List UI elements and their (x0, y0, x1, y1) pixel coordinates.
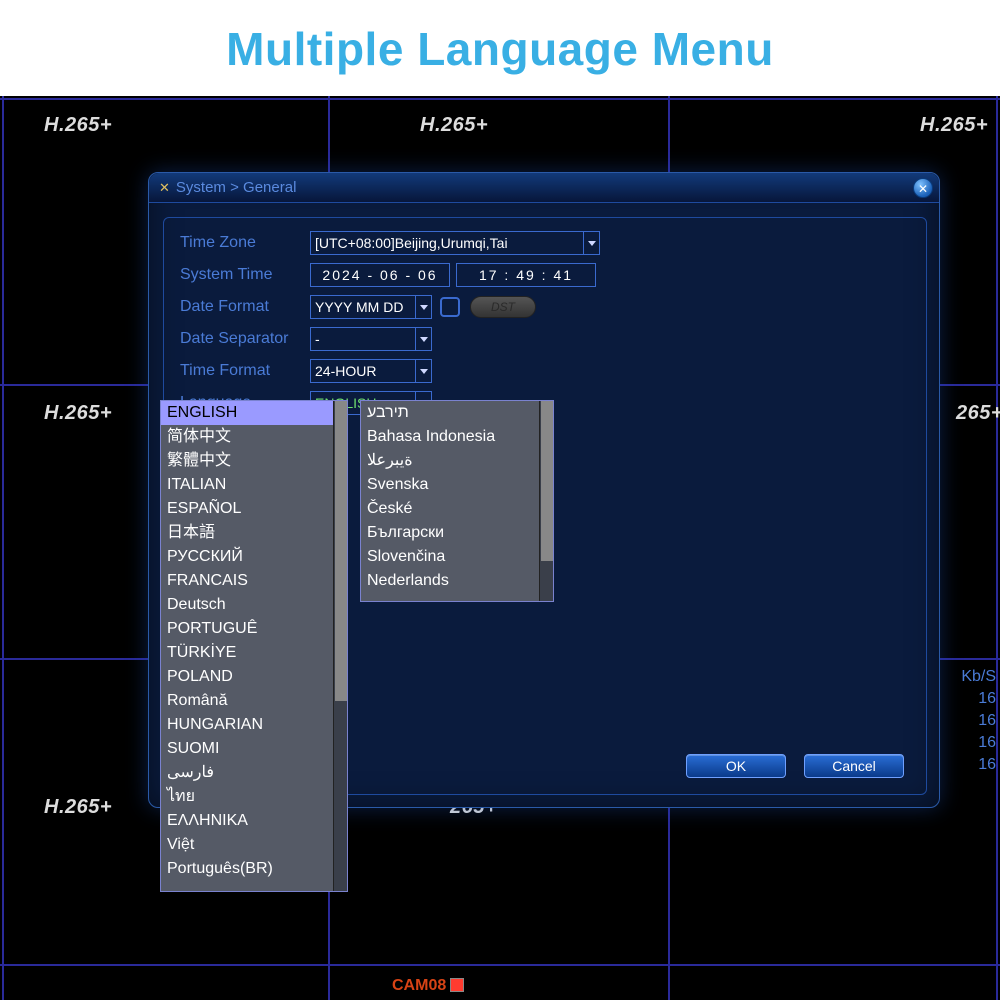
language-option[interactable]: Việt (161, 833, 347, 857)
language-option[interactable]: תירבע (361, 401, 553, 425)
systemtime-label: System Time (180, 266, 310, 284)
language-option[interactable]: ESPAÑOL (161, 497, 347, 521)
codec-badge: H.265+ (420, 114, 488, 137)
timeformat-label: Time Format (180, 362, 310, 380)
language-option[interactable]: ไทย (161, 785, 347, 809)
dvr-background: H.265+ H.265+ H.265+ H.265+ 265+ H.265+ … (0, 96, 1000, 1000)
timeformat-select[interactable]: 24-HOUR (310, 359, 432, 383)
language-option[interactable]: TÜRKİYE (161, 641, 347, 665)
language-option[interactable]: 繁體中文 (161, 449, 347, 473)
language-option[interactable]: Română (161, 689, 347, 713)
language-option[interactable]: Svenska (361, 473, 553, 497)
time-input[interactable]: 17 : 49 : 41 (456, 263, 596, 287)
language-dropdown-list-overflow[interactable]: תירבעBahasa IndonesiaةيبرعلاSvenskaČeské… (360, 400, 554, 602)
codec-badge: H.265+ (920, 114, 988, 137)
camera-label: CAM08 (392, 976, 464, 995)
chevron-down-icon (583, 232, 599, 254)
scrollbar-thumb[interactable] (541, 401, 553, 561)
language-option[interactable]: 简体中文 (161, 425, 347, 449)
language-dropdown-list[interactable]: ENGLISH简体中文繁體中文ITALIANESPAÑOL日本語РУССКИЙF… (160, 400, 348, 892)
language-option[interactable]: ةيبرعلا (361, 449, 553, 473)
wrench-icon: ✕ (159, 180, 170, 196)
language-option[interactable]: SUOMI (161, 737, 347, 761)
language-option[interactable]: České (361, 497, 553, 521)
language-option[interactable]: ENGLISH (161, 401, 347, 425)
language-option[interactable]: POLAND (161, 665, 347, 689)
language-option[interactable]: РУССКИЙ (161, 545, 347, 569)
language-option[interactable]: فارسی (161, 761, 347, 785)
record-icon (450, 978, 464, 992)
chevron-down-icon (415, 360, 431, 382)
breadcrumb: System > General (176, 179, 297, 196)
codec-badge: H.265+ (44, 402, 112, 425)
scrollbar-thumb[interactable] (335, 401, 347, 701)
codec-badge: H.265+ (44, 796, 112, 819)
language-option[interactable]: Bahasa Indonesia (361, 425, 553, 449)
language-option[interactable]: ITALIAN (161, 473, 347, 497)
dateseparator-label: Date Separator (180, 330, 310, 348)
dateformat-label: Date Format (180, 298, 310, 316)
codec-badge: H.265+ (44, 114, 112, 137)
language-option[interactable]: ΕΛΛΗΝΙΚΑ (161, 809, 347, 833)
chevron-down-icon (415, 296, 431, 318)
dialog-titlebar[interactable]: ✕ System > General ✕ (149, 173, 939, 203)
language-option[interactable]: Deutsch (161, 593, 347, 617)
cancel-button[interactable]: Cancel (804, 754, 904, 778)
dateseparator-select[interactable]: - (310, 327, 432, 351)
scrollbar[interactable] (333, 401, 347, 891)
date-input[interactable]: 2024 - 06 - 06 (310, 263, 450, 287)
chevron-down-icon (415, 328, 431, 350)
bitrate-stats: Kb/S 16 16 16 16 (961, 666, 996, 776)
page-headline: Multiple Language Menu (0, 0, 1000, 86)
language-option[interactable]: Slovenčina (361, 545, 553, 569)
timezone-label: Time Zone (180, 234, 310, 252)
timezone-select[interactable]: [UTC+08:00]Beijing,Urumqi,Tai (310, 231, 600, 255)
language-option[interactable]: HUNGARIAN (161, 713, 347, 737)
language-option[interactable]: PORTUGUÊ (161, 617, 347, 641)
language-option[interactable]: Português(BR) (161, 857, 347, 881)
language-option[interactable]: Nederlands (361, 569, 553, 593)
dst-checkbox[interactable] (440, 297, 460, 317)
close-button[interactable]: ✕ (913, 178, 933, 198)
language-option[interactable]: FRANCAIS (161, 569, 347, 593)
scrollbar[interactable] (539, 401, 553, 601)
language-option[interactable]: 日本語 (161, 521, 347, 545)
dst-button[interactable]: DST (470, 296, 536, 318)
language-option[interactable]: Български (361, 521, 553, 545)
dateformat-select[interactable]: YYYY MM DD (310, 295, 432, 319)
codec-badge: 265+ (956, 402, 1000, 425)
ok-button[interactable]: OK (686, 754, 786, 778)
